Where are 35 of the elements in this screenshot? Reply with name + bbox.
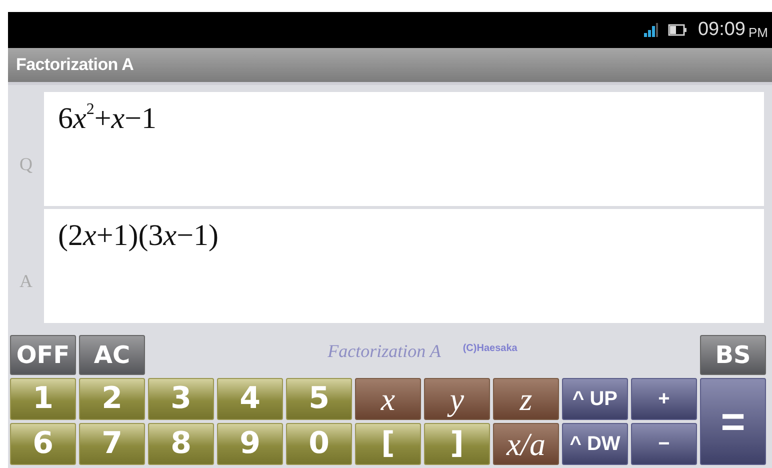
key-button[interactable]: + [631, 378, 697, 420]
key-button[interactable]: − [631, 423, 697, 465]
clock-time: 09:09 [698, 19, 746, 41]
key-button[interactable]: 9 [217, 423, 283, 465]
credit-text: (C)Haesaka [462, 342, 518, 354]
expression-text: 6x$^{2}$+x−1 [58, 102, 156, 135]
key-button[interactable]: ^ DW [562, 423, 628, 465]
key-button[interactable]: x/a [493, 423, 559, 465]
expression-text: (2x+1)(3x−1) [58, 219, 218, 252]
row-label: Q [18, 152, 34, 174]
key-button[interactable]: OFF [10, 335, 76, 375]
key-button[interactable]: AC [79, 335, 145, 375]
battery-icon [668, 24, 688, 36]
key-button[interactable]: 6 [10, 423, 76, 465]
signal-icon [644, 23, 658, 37]
key-button[interactable]: y [424, 378, 490, 420]
watermark-title: Factorization A [328, 340, 441, 362]
key-button[interactable]: 3 [148, 378, 214, 420]
key-button[interactable]: 2 [79, 378, 145, 420]
key-button[interactable]: 7 [79, 423, 145, 465]
row-label: A [18, 270, 34, 292]
key-button[interactable]: 5 [286, 378, 352, 420]
key-button[interactable]: ] [424, 423, 490, 465]
key-button[interactable]: 1 [10, 378, 76, 420]
app-title: Factorization A [16, 55, 134, 75]
key-button[interactable]: ^ UP [562, 378, 628, 420]
key-button[interactable]: [ [355, 423, 421, 465]
key-button[interactable]: x [355, 378, 421, 420]
clock-period: PM [748, 24, 768, 40]
key-button[interactable]: z [493, 378, 559, 420]
key-button[interactable]: = [700, 378, 766, 465]
key-button[interactable]: 8 [148, 423, 214, 465]
key-button[interactable]: 0 [286, 423, 352, 465]
key-button[interactable]: BS [700, 335, 766, 375]
key-button[interactable]: 4 [217, 378, 283, 420]
